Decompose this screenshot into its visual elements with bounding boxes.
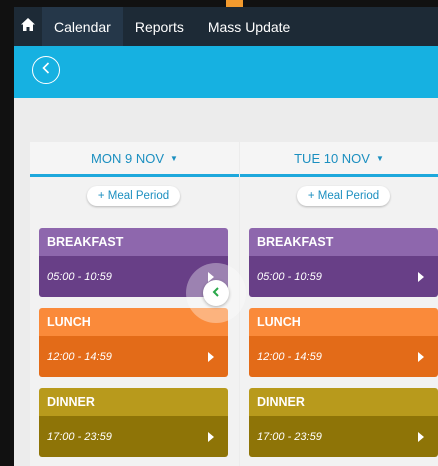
calendar-area: MON 9 NOV ▼ + Meal Period BREAKFAST 05:0… bbox=[14, 98, 438, 466]
window-left-edge bbox=[0, 0, 14, 466]
caret-down-icon: ▼ bbox=[375, 153, 384, 163]
nav-tab-reports[interactable]: Reports bbox=[123, 7, 196, 46]
play-arrow-icon bbox=[418, 351, 424, 362]
meal-time: 12:00 - 14:59 bbox=[47, 350, 112, 363]
add-meal-period-button[interactable]: + Meal Period bbox=[297, 186, 390, 206]
accent-tab bbox=[226, 0, 243, 7]
meal-time-row: 17:00 - 23:59 bbox=[39, 416, 228, 457]
home-button[interactable] bbox=[14, 7, 42, 46]
play-arrow-icon bbox=[208, 351, 214, 362]
meal-time: 05:00 - 10:59 bbox=[257, 270, 322, 283]
play-arrow-icon bbox=[208, 431, 214, 442]
meal-time: 05:00 - 10:59 bbox=[47, 270, 112, 283]
add-meal-period-button[interactable]: + Meal Period bbox=[87, 186, 180, 206]
play-arrow-icon bbox=[418, 271, 424, 282]
meal-time-row: 12:00 - 14:59 bbox=[249, 336, 438, 377]
nav-tab-mass-update[interactable]: Mass Update bbox=[196, 7, 302, 46]
day-column-tue: TUE 10 NOV ▼ + Meal Period BREAKFAST 05:… bbox=[240, 142, 438, 466]
meal-time: 17:00 - 23:59 bbox=[47, 430, 112, 443]
meal-time-row: 17:00 - 23:59 bbox=[249, 416, 438, 457]
day-header[interactable]: MON 9 NOV ▼ bbox=[30, 142, 239, 177]
meal-name: BREAKFAST bbox=[39, 228, 228, 256]
meal-card-dinner[interactable]: DINNER 17:00 - 23:59 bbox=[249, 388, 438, 457]
day-header[interactable]: TUE 10 NOV ▼ bbox=[240, 142, 438, 177]
meal-time: 17:00 - 23:59 bbox=[257, 430, 322, 443]
meal-name: DINNER bbox=[39, 388, 228, 416]
meal-card-dinner[interactable]: DINNER 17:00 - 23:59 bbox=[39, 388, 228, 457]
day-label: MON 9 NOV bbox=[91, 150, 165, 166]
meal-time-row: 12:00 - 14:59 bbox=[39, 336, 228, 377]
play-arrow-icon bbox=[418, 431, 424, 442]
meal-name: BREAKFAST bbox=[249, 228, 438, 256]
meal-card-lunch[interactable]: LUNCH 12:00 - 14:59 bbox=[249, 308, 438, 377]
meal-name: LUNCH bbox=[249, 308, 438, 336]
top-nav: Calendar Reports Mass Update bbox=[14, 7, 438, 46]
chevron-left-icon bbox=[41, 61, 51, 79]
home-icon bbox=[21, 17, 35, 36]
meal-name: DINNER bbox=[249, 388, 438, 416]
day-label: TUE 10 NOV bbox=[294, 150, 370, 166]
toolbar bbox=[14, 46, 438, 98]
nav-tab-calendar[interactable]: Calendar bbox=[42, 7, 123, 46]
collapse-inner bbox=[203, 280, 229, 306]
meal-time-row: 05:00 - 10:59 bbox=[249, 256, 438, 297]
meal-card-breakfast[interactable]: BREAKFAST 05:00 - 10:59 bbox=[249, 228, 438, 297]
caret-down-icon: ▼ bbox=[170, 153, 178, 163]
back-button[interactable] bbox=[32, 56, 60, 84]
meal-time: 12:00 - 14:59 bbox=[257, 350, 322, 363]
collapse-column-button[interactable] bbox=[186, 263, 246, 323]
chevron-left-icon bbox=[212, 284, 220, 302]
window-top-edge bbox=[0, 0, 438, 7]
